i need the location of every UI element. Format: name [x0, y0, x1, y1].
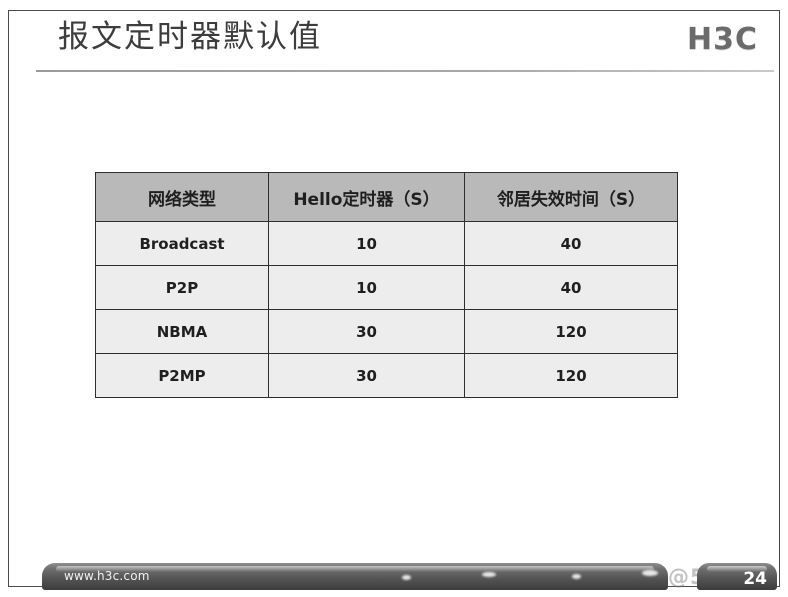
page-number: 24 [743, 569, 767, 589]
table-row: NBMA 30 120 [95, 309, 678, 354]
gloss-highlight-icon [402, 575, 411, 580]
page-number-chip: 24 [697, 563, 777, 590]
cell-network-type: P2MP [95, 353, 269, 398]
column-header-network-type: 网络类型 [95, 172, 269, 222]
cell-hello-timer: 30 [268, 309, 465, 354]
slide: 报文定时器默认值 H3C 网络类型 Hello定时器（S） 邻居失效时间（S） … [0, 0, 788, 597]
title-divider [36, 70, 774, 72]
cell-dead-interval: 120 [464, 353, 678, 398]
footer-url-link[interactable]: www.h3c.com [64, 569, 150, 583]
timer-defaults-table: 网络类型 Hello定时器（S） 邻居失效时间（S） Broadcast 10 … [95, 172, 678, 398]
table-row: P2P 10 40 [95, 265, 678, 310]
column-header-dead-interval: 邻居失效时间（S） [464, 172, 678, 222]
cell-hello-timer: 10 [268, 221, 465, 266]
cell-dead-interval: 40 [464, 221, 678, 266]
gloss-highlight-icon [572, 574, 581, 579]
cell-network-type: NBMA [95, 309, 269, 354]
cell-dead-interval: 120 [464, 309, 678, 354]
h3c-logo: H3C [687, 22, 758, 57]
gloss-highlight-icon [482, 572, 496, 577]
gloss-highlight-icon [642, 570, 658, 576]
footer-bar: www.h3c.com [42, 563, 668, 590]
table-header-row: 网络类型 Hello定时器（S） 邻居失效时间（S） [95, 172, 678, 222]
cell-dead-interval: 40 [464, 265, 678, 310]
table-row: Broadcast 10 40 [95, 221, 678, 266]
table-row: P2MP 30 120 [95, 353, 678, 398]
cell-hello-timer: 30 [268, 353, 465, 398]
cell-hello-timer: 10 [268, 265, 465, 310]
cell-network-type: P2P [95, 265, 269, 310]
page-title: 报文定时器默认值 [58, 19, 322, 55]
cell-network-type: Broadcast [95, 221, 269, 266]
column-header-hello-timer: Hello定时器（S） [268, 172, 465, 222]
